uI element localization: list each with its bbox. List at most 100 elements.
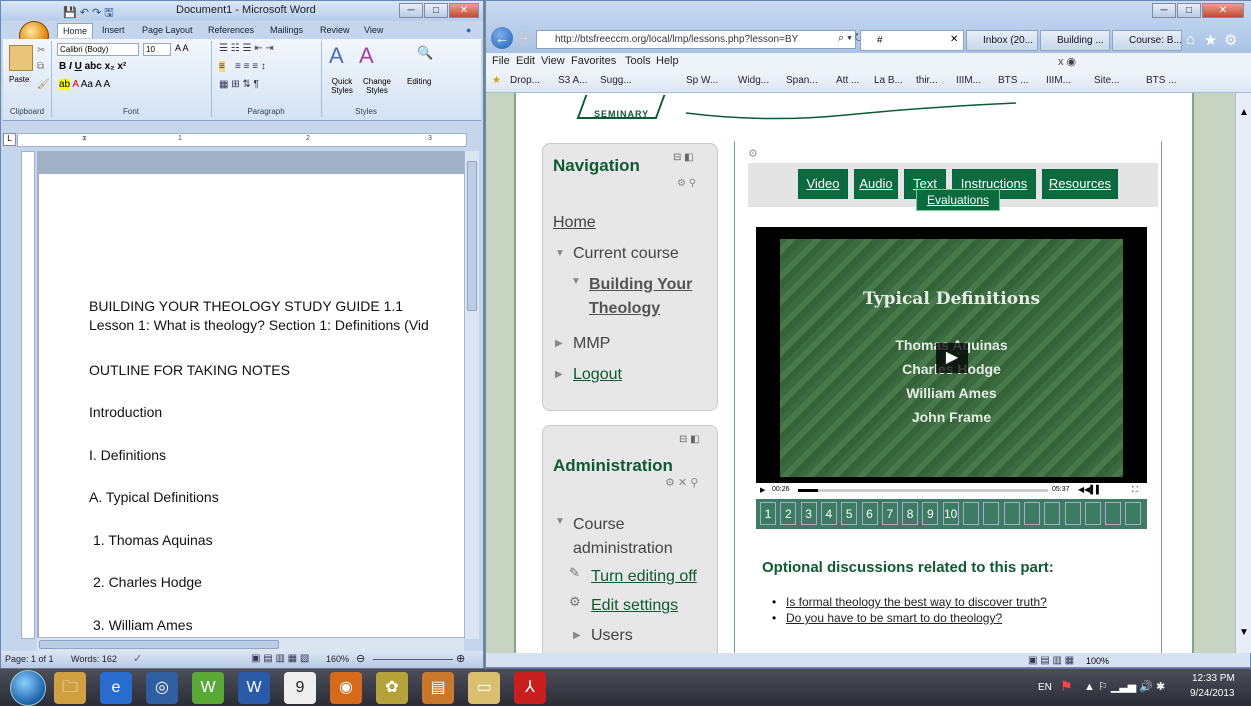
tab-page-layout[interactable]: Page Layout [137, 23, 198, 37]
zoom-out-icon[interactable]: ⊖ [356, 652, 365, 665]
editing-button[interactable]: Editing [407, 77, 431, 86]
horizontal-scrollbar[interactable] [37, 637, 464, 651]
collapsed-icon[interactable]: ▶ [555, 369, 563, 380]
tab-video[interactable]: Video [798, 169, 848, 199]
page-number-button[interactable]: 9 [922, 502, 939, 525]
browser-tab[interactable]: Inbox (20... [966, 30, 1038, 51]
home-icon[interactable]: ⌂ [1186, 31, 1195, 48]
nav-course-link[interactable]: Building Your Theology [589, 273, 709, 321]
menu-edit[interactable]: Edit [516, 55, 535, 67]
turn-editing-off-link[interactable]: Turn editing off [591, 568, 697, 586]
start-button[interactable] [10, 670, 46, 706]
video-frame[interactable]: Typical Definitions Thomas Aquinas Charl… [780, 239, 1123, 477]
play-icon[interactable]: ▶ [760, 486, 765, 494]
quick-styles-icon[interactable]: A [329, 43, 344, 69]
font-size-select[interactable]: 10 [143, 43, 171, 56]
browser-tab[interactable]: # [860, 30, 964, 51]
browser-tab[interactable]: Building ... [1040, 30, 1110, 51]
nav-mmp[interactable]: MMP [573, 335, 610, 353]
help-icon[interactable]: ● [461, 23, 476, 37]
calendar-icon[interactable]: 9 [284, 672, 316, 704]
fav-item[interactable]: Span... [786, 75, 818, 86]
tray-icons[interactable]: ▲ ⚐ ▁▃▅ 🔊 ✱ [1084, 680, 1165, 693]
clock-date[interactable]: 9/24/2013 [1190, 688, 1235, 699]
tab-references[interactable]: References [203, 23, 259, 37]
doc-line[interactable]: 2. Charles Hodge [93, 574, 202, 590]
course-administration[interactable]: Course administration [573, 513, 703, 561]
doc-line[interactable]: Introduction [89, 404, 162, 420]
play-icon[interactable]: ▶ [936, 343, 968, 373]
menu-view[interactable]: View [541, 55, 565, 67]
quick-styles-button[interactable]: Quick Styles [325, 77, 359, 95]
favorites-star-icon[interactable]: ★ [1204, 31, 1217, 49]
scroll-down-icon[interactable]: ▼ [1239, 627, 1249, 638]
page-number-button[interactable]: 6 [861, 502, 878, 525]
status-page[interactable]: Page: 1 of 1 [5, 654, 54, 664]
evaluations-dropdown-item[interactable]: Evaluations [916, 189, 1000, 211]
minimize-button[interactable]: ─ [399, 3, 423, 18]
doc-line[interactable]: A. Typical Definitions [89, 489, 219, 505]
page-number-button[interactable] [1105, 502, 1122, 525]
document-page[interactable]: BUILDING YOUR THEOLOGY STUDY GUIDE 1.1 L… [39, 174, 464, 640]
cut-icon[interactable]: ✂ [37, 45, 45, 56]
page-number-button[interactable]: 2 [780, 502, 797, 525]
expand-icon[interactable]: ▼ [555, 516, 565, 527]
align-buttons-icon[interactable]: ≡ ≡ ≡ ↕ [235, 61, 266, 72]
fav-item[interactable]: Sp W... [686, 75, 718, 86]
discussion-link[interactable]: Is formal theology the best way to disco… [786, 595, 1047, 609]
close-button[interactable]: ✕ [1202, 3, 1244, 18]
doc-line[interactable]: BUILDING YOUR THEOLOGY STUDY GUIDE 1.1 [89, 298, 403, 314]
collapsed-icon[interactable]: ▶ [573, 630, 581, 641]
format-painter-icon[interactable]: 🖌 [37, 79, 50, 90]
page-number-button[interactable] [1084, 502, 1101, 525]
fav-item[interactable]: Sugg... [600, 75, 632, 86]
expand-icon[interactable]: ▼ [555, 248, 565, 259]
fav-item[interactable]: Site... [1094, 75, 1120, 86]
address-bar[interactable]: http://btsfreeccm.org/local/lmp/lessons.… [536, 30, 856, 49]
zoom-slider[interactable] [373, 659, 453, 660]
nav-home-link[interactable]: Home [553, 214, 596, 232]
tab-home[interactable]: Home [57, 23, 94, 38]
explorer-icon[interactable]: 🗀 [54, 672, 86, 704]
fav-item[interactable]: BTS ... [1146, 75, 1177, 86]
zoom-in-icon[interactable]: ⊕ [456, 652, 465, 665]
page-number-button[interactable]: 8 [902, 502, 919, 525]
copy-icon[interactable]: ⧉ [37, 61, 44, 72]
paste-icon[interactable] [9, 45, 33, 71]
page-number-button[interactable] [1125, 502, 1142, 525]
menu-tools[interactable]: Tools [625, 55, 651, 67]
scroll-thumb[interactable] [467, 161, 477, 311]
fav-item[interactable]: Att ... [836, 75, 859, 86]
change-styles-button[interactable]: Change Styles [359, 77, 395, 95]
page-number-button[interactable] [1044, 502, 1061, 525]
tab-mailings[interactable]: Mailings [265, 23, 308, 37]
zoom-level[interactable]: 160% [326, 654, 349, 664]
video-player[interactable]: Typical Definitions Thomas Aquinas Charl… [756, 227, 1147, 483]
back-button[interactable]: ← [491, 27, 513, 49]
fav-item[interactable]: La B... [874, 75, 903, 86]
nav-logout-link[interactable]: Logout [573, 366, 622, 384]
page-number-button[interactable] [1003, 502, 1020, 525]
page-number-button[interactable]: 7 [881, 502, 898, 525]
gear-icon[interactable]: ⚙ [748, 147, 758, 160]
nav-current-course[interactable]: Current course [573, 245, 679, 263]
proofing-icon[interactable]: ✓ [133, 652, 142, 665]
menu-favorites[interactable]: Favorites [571, 55, 616, 67]
seek-bar[interactable] [798, 489, 1048, 492]
language-indicator[interactable]: EN [1038, 682, 1052, 693]
maximize-button[interactable]: □ [424, 3, 448, 18]
w-app-icon[interactable]: W [192, 672, 224, 704]
highlight-color-icon[interactable]: ab A Aa A A [59, 79, 110, 90]
shading-icon[interactable]: ▦ ⊞ ⇅ ¶ [219, 79, 259, 90]
scroll-thumb[interactable] [39, 640, 279, 649]
page-number-button[interactable] [963, 502, 979, 525]
gear-icon[interactable]: ⚙ [1224, 31, 1237, 49]
browser-tab[interactable]: Course: B... [1112, 30, 1182, 51]
status-words[interactable]: Words: 162 [71, 654, 117, 664]
firefox-icon[interactable]: ◉ [330, 672, 362, 704]
page-number-button[interactable] [1023, 502, 1040, 525]
format-buttons-row[interactable]: B I U abc x₂ x² [59, 61, 126, 72]
align-left-icon[interactable]: ≡ [219, 61, 225, 72]
folder-icon[interactable]: ▭ [468, 672, 500, 704]
close-tab-icon[interactable]: ✕ [950, 34, 958, 45]
